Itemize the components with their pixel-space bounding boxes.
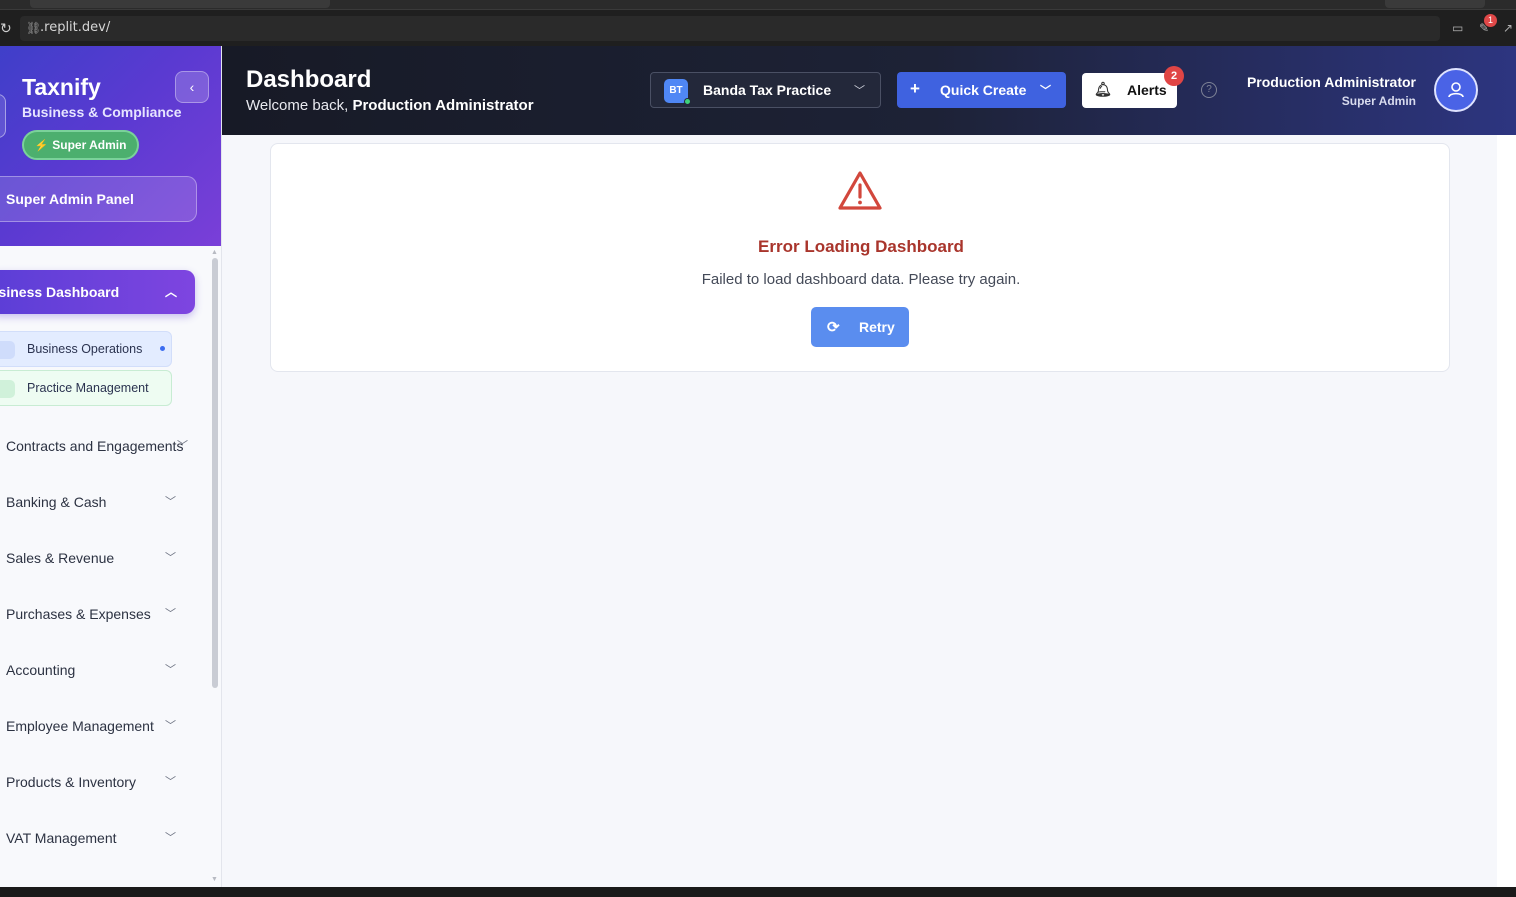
- sidebar-scrollbar[interactable]: [212, 258, 218, 688]
- logo-card: [0, 94, 6, 138]
- nav-group-label: usiness Dashboard: [0, 284, 120, 300]
- chevron-down-icon: ﹀: [165, 832, 176, 844]
- sidebar-item-label: Accounting: [6, 662, 76, 678]
- retry-label: Retry: [859, 319, 895, 335]
- app-root: Taxnify Business & Compliance ⚡ Super Adm…: [0, 46, 1516, 887]
- error-message: Failed to load dashboard data. Please tr…: [701, 271, 1021, 288]
- top-header: Dashboard Welcome back, Production Admin…: [222, 46, 1516, 135]
- reload-icon[interactable]: ↻: [0, 20, 14, 36]
- collapse-sidebar-button[interactable]: ‹: [175, 71, 209, 103]
- retry-button[interactable]: ⟳ Retry: [811, 307, 909, 347]
- sidebar-item-products[interactable]: Products & Inventory ﹀: [6, 764, 186, 800]
- chevron-left-icon: ‹: [189, 79, 195, 95]
- business-operations-icon: [0, 341, 15, 359]
- sidebar-item-sales[interactable]: Sales & Revenue ﹀: [6, 540, 186, 576]
- role-badge: ⚡ Super Admin: [22, 130, 139, 160]
- bell-icon: 🔔︎: [1094, 81, 1112, 97]
- warning-icon: [838, 171, 882, 210]
- role-badge-label: Super Admin: [52, 138, 127, 152]
- main-scrollbar-track[interactable]: [1497, 135, 1516, 887]
- refresh-icon: ⟳: [827, 319, 840, 336]
- alerts-button[interactable]: 🔔︎ Alerts: [1082, 73, 1177, 108]
- sidebar-item-label: Sales & Revenue: [6, 550, 115, 566]
- welcome-user-name: Production Administrator: [352, 97, 534, 114]
- nav-group-business-dashboard[interactable]: usiness Dashboard ︿: [0, 270, 195, 314]
- browser-tab-strip: [0, 0, 1516, 10]
- chevron-down-icon: ﹀: [177, 440, 188, 452]
- browser-address-bar: ↻ ⛓ .replit.dev/ ▭ ✎ 1 ↗: [0, 11, 1516, 46]
- external-link-icon[interactable]: ↗: [1503, 21, 1513, 35]
- chevron-down-icon: ﹀: [165, 608, 176, 620]
- chevron-down-icon: ﹀: [165, 496, 176, 508]
- sidebar-item-employees[interactable]: Employee Management ﹀: [6, 708, 186, 744]
- welcome-prefix: Welcome back,: [246, 97, 353, 114]
- devices-icon[interactable]: ▭: [1452, 21, 1463, 35]
- chevron-down-icon: ﹀: [165, 776, 176, 788]
- quick-create-label: Quick Create: [940, 82, 1027, 98]
- browser-tab[interactable]: [1385, 0, 1485, 8]
- user-name: Production Administrator: [1246, 74, 1416, 90]
- sidebar-item-label: Banking & Cash: [6, 494, 107, 510]
- alerts-count-badge: 2: [1164, 66, 1184, 86]
- super-admin-panel-button[interactable]: Super Admin Panel: [0, 176, 197, 222]
- chevron-down-icon: ﹀: [165, 720, 176, 732]
- extension-badge: 1: [1484, 14, 1497, 27]
- scroll-down-arrow[interactable]: ▼: [211, 876, 218, 883]
- sidebar-item-label: Employee Management: [6, 718, 154, 734]
- sidebar-item-practice-management[interactable]: Practice Management: [0, 370, 172, 406]
- page-title: Dashboard: [246, 66, 372, 93]
- sidebar-item-label: VAT Management: [6, 830, 117, 846]
- sidebar-item-purchases[interactable]: Purchases & Expenses ﹀: [6, 596, 186, 632]
- quick-create-button[interactable]: + Quick Create ﹀: [897, 72, 1066, 108]
- practice-selector[interactable]: BT Banda Tax Practice ﹀: [650, 72, 881, 108]
- practice-management-icon: [0, 380, 15, 398]
- avatar[interactable]: [1434, 68, 1478, 112]
- chevron-down-icon: ﹀: [854, 85, 865, 97]
- online-status-dot: [684, 98, 691, 105]
- sidebar-item-label: Practice Management: [27, 381, 149, 395]
- active-indicator-dot: [160, 346, 165, 351]
- practice-name: Banda Tax Practice: [703, 82, 832, 98]
- url-text[interactable]: .replit.dev/: [40, 20, 110, 35]
- user-icon: [1448, 82, 1464, 98]
- error-panel: Error Loading Dashboard Failed to load d…: [270, 143, 1450, 372]
- browser-bottom-edge: [0, 887, 1516, 897]
- sidebar-item-label: Contracts and Engagements: [6, 438, 184, 454]
- scroll-up-arrow[interactable]: ▲: [211, 249, 218, 256]
- lightning-icon: ⚡: [34, 140, 49, 152]
- sidebar-item-accounting[interactable]: Accounting ﹀: [6, 652, 186, 688]
- sidebar-item-contracts[interactable]: Contracts and Engagements ﹀: [6, 428, 188, 464]
- sidebar-item-banking[interactable]: Banking & Cash ﹀: [6, 484, 186, 520]
- sidebar-item-label: Products & Inventory: [6, 774, 136, 790]
- chevron-down-icon: ﹀: [1040, 85, 1051, 97]
- url-field[interactable]: [20, 16, 1440, 41]
- user-role: Super Admin: [1341, 94, 1416, 108]
- chevron-down-icon: ﹀: [165, 664, 176, 676]
- sidebar-header: Taxnify Business & Compliance ⚡ Super Adm…: [0, 46, 221, 246]
- chevron-up-icon: ︿: [165, 285, 178, 299]
- browser-tab[interactable]: [30, 0, 330, 8]
- sidebar-item-label: Business Operations: [27, 342, 143, 356]
- brand-subtitle: Business & Compliance: [22, 104, 182, 120]
- sidebar-item-label: Purchases & Expenses: [6, 606, 151, 622]
- welcome-message: Welcome back, Production Administrator: [246, 97, 534, 114]
- chevron-down-icon: ﹀: [165, 552, 176, 564]
- help-icon[interactable]: ?: [1201, 82, 1217, 98]
- sidebar: Taxnify Business & Compliance ⚡ Super Adm…: [0, 46, 222, 887]
- sidebar-item-business-operations[interactable]: Business Operations: [0, 331, 172, 367]
- alerts-label: Alerts: [1127, 82, 1167, 98]
- plus-icon: +: [910, 79, 920, 98]
- link-icon: ⛓: [26, 21, 42, 35]
- brand-name: Taxnify: [22, 74, 101, 100]
- sidebar-item-vat[interactable]: VAT Management ﹀: [6, 820, 186, 856]
- error-title: Error Loading Dashboard: [758, 237, 964, 256]
